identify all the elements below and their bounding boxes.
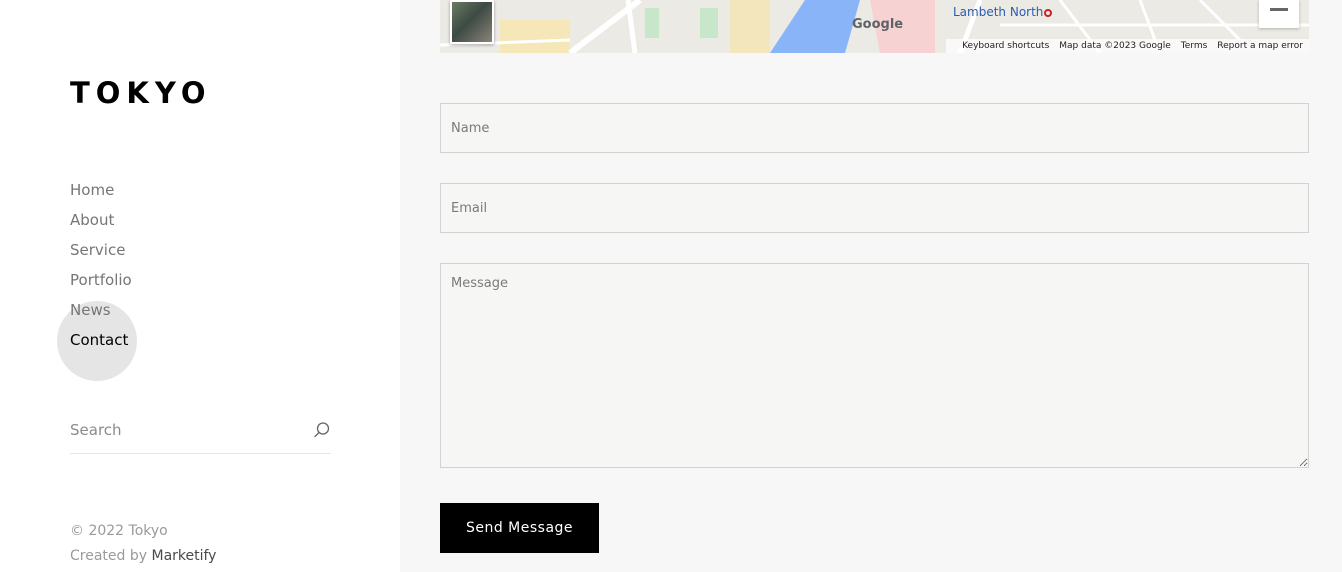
keyboard-shortcuts-link[interactable]: Keyboard shortcuts [962, 41, 1049, 51]
nav-item-portfolio[interactable]: Portfolio [70, 268, 132, 298]
terms-link[interactable]: Terms [1181, 41, 1208, 51]
name-field[interactable] [440, 103, 1309, 153]
google-logo: Google [852, 17, 904, 32]
nav-item-contact[interactable]: Contact [70, 328, 132, 358]
site-logo[interactable]: TOKYO [70, 75, 212, 111]
minus-icon [1270, 8, 1288, 11]
copyright-text: © 2022 Tokyo [70, 523, 168, 539]
search-input[interactable] [70, 419, 300, 441]
google-map[interactable]: Google Lambeth North Keyboard shortcuts M… [440, 0, 1309, 53]
satellite-toggle[interactable] [450, 0, 494, 44]
map-footer: Keyboard shortcuts Map data ©2023 Google T… [946, 39, 1309, 53]
message-field[interactable] [440, 263, 1309, 468]
credit-line: Created by Marketify [70, 545, 216, 567]
nav-item-home[interactable]: Home [70, 178, 132, 208]
report-map-error-link[interactable]: Report a map error [1217, 41, 1303, 51]
main-nav: Home About Service Portfolio News Contac… [70, 178, 132, 358]
nav-item-about[interactable]: About [70, 208, 132, 238]
zoom-out-button[interactable] [1259, 0, 1299, 28]
main-content: Google Lambeth North Keyboard shortcuts M… [400, 0, 1342, 572]
search-box [70, 415, 331, 454]
nav-item-news[interactable]: News [70, 298, 132, 328]
search-icon[interactable] [313, 421, 331, 439]
nav-item-service[interactable]: Service [70, 238, 132, 268]
marketify-link[interactable]: Marketify [151, 548, 216, 564]
email-field[interactable] [440, 183, 1309, 233]
credit-prefix: Created by [70, 548, 152, 564]
send-message-button[interactable]: Send Message [440, 503, 599, 553]
sidebar: TOKYO Home About Service Portfolio News … [0, 0, 400, 572]
map-data-text: Map data ©2023 Google [1059, 41, 1171, 51]
underground-icon [1044, 9, 1052, 17]
map-place-label[interactable]: Lambeth North [953, 5, 1043, 19]
